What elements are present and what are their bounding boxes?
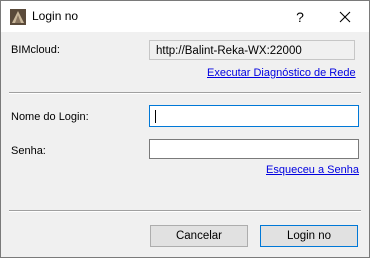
login-button[interactable]: Login no [260,225,358,247]
close-button[interactable] [323,1,367,32]
divider [9,210,361,212]
username-input[interactable] [149,105,359,127]
network-diagnostic-link[interactable]: Executar Diagnóstico de Rede [207,67,356,79]
forgot-password-link[interactable]: Esqueceu a Senha [266,164,359,176]
text-caret [155,110,156,123]
cancel-button[interactable]: Cancelar [150,225,248,247]
server-url-field: http://Balint-Reka-WX:22000 [149,40,355,60]
title-bar: Login no ? [1,1,369,32]
window-title: Login no [32,9,79,23]
password-input[interactable] [149,139,359,159]
close-icon [339,11,351,22]
bimcloud-label: BIMcloud: [11,44,60,56]
login-dialog: Login no ? BIMcloud: http://Balint-Reka-… [0,0,370,258]
divider [9,92,361,94]
username-label: Nome do Login: [11,111,89,123]
bimcloud-app-icon [10,9,26,25]
password-label: Senha: [11,145,46,157]
help-button[interactable]: ? [278,1,322,32]
